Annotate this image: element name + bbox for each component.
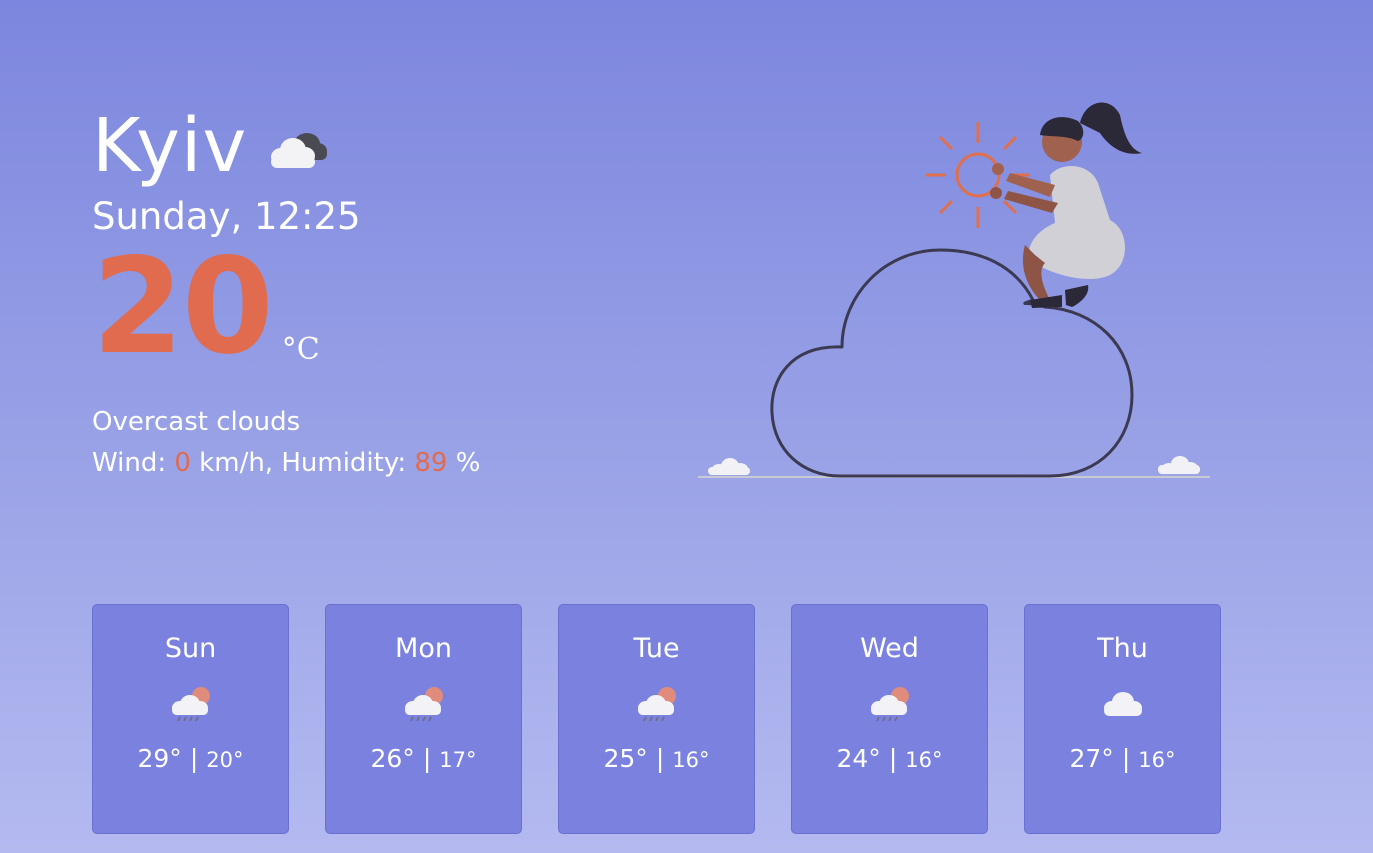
city-name: Kyiv [92,103,248,189]
humidity-value: 89 [414,448,448,478]
forecast-temps: 29° | 20° [138,746,244,771]
big-cloud-outline [770,248,1134,478]
forecast-temps: 25° | 16° [604,746,710,771]
forecast-card-wed[interactable]: Wed 24° | 16° [791,604,988,834]
temperature-unit-toggle[interactable]: °C [282,332,320,367]
wind-label: Wind: [92,448,175,478]
forecast-min-temp: 16° [1138,748,1176,772]
forecast-min-temp: 16° [905,748,943,772]
forecast-min-temp: 17° [439,748,477,772]
forecast-separator: | [655,744,665,773]
weather-illustration [698,102,1210,478]
forecast-day-name: Mon [395,633,452,664]
wind-value: 0 [174,448,191,478]
current-weather: Kyiv Sunday, 12:25 20 °C Overcast clouds… [92,100,652,476]
forecast-max-temp: 24° [836,744,881,773]
forecast-card-sun[interactable]: Sun 29° | 20° [92,604,289,834]
forecast-max-temp: 29° [137,744,182,773]
forecast-card-tue[interactable]: Tue 25° | 16° [558,604,755,834]
weather-description: Overcast clouds [92,407,301,437]
forecast-day-name: Thu [1097,633,1148,664]
rain-sun-cloud-icon [171,687,210,722]
forecast-day-name: Sun [164,633,217,664]
city-row: Kyiv [92,100,652,192]
forecast-card-mon[interactable]: Mon 26° | 17° [325,604,522,834]
forecast-day-name: Tue [633,633,680,664]
forecast-temps: 27° | 16° [1070,746,1176,771]
forecast-day-name: Wed [860,633,919,664]
forecast-min-temp: 20° [206,748,244,772]
forecast-temps: 24° | 16° [837,746,943,771]
forecast-separator: | [888,744,898,773]
small-cloud-right [1158,456,1200,474]
forecast-card-thu[interactable]: Thu 27° | 16° [1024,604,1221,834]
rain-sun-cloud-icon [870,687,909,722]
forecast-max-temp: 25° [603,744,648,773]
forecast-row: Sun 29° | 20° Mon 26° | 17° Tue 25° | 16… [92,604,1221,834]
humidity-unit: % [447,448,481,478]
rain-sun-cloud-icon [637,687,676,722]
overcast-cloud-icon [271,133,328,168]
forecast-min-temp: 16° [672,748,710,772]
forecast-separator: | [422,744,432,773]
cloud-icon [1103,692,1142,716]
woman-figure [990,102,1142,308]
temperature-row: 20 °C [92,241,652,373]
rain-sun-cloud-icon [404,687,443,722]
small-cloud-left [708,458,750,475]
forecast-separator: | [1121,744,1131,773]
forecast-max-temp: 27° [1069,744,1114,773]
current-temperature: 20 [92,230,274,384]
weather-stats: Wind: 0 km/h, Humidity: 89 % [92,450,652,476]
forecast-max-temp: 26° [370,744,415,773]
forecast-separator: | [189,744,199,773]
forecast-temps: 26° | 17° [371,746,477,771]
wind-unit-humidity-label: km/h, Humidity: [190,448,415,478]
